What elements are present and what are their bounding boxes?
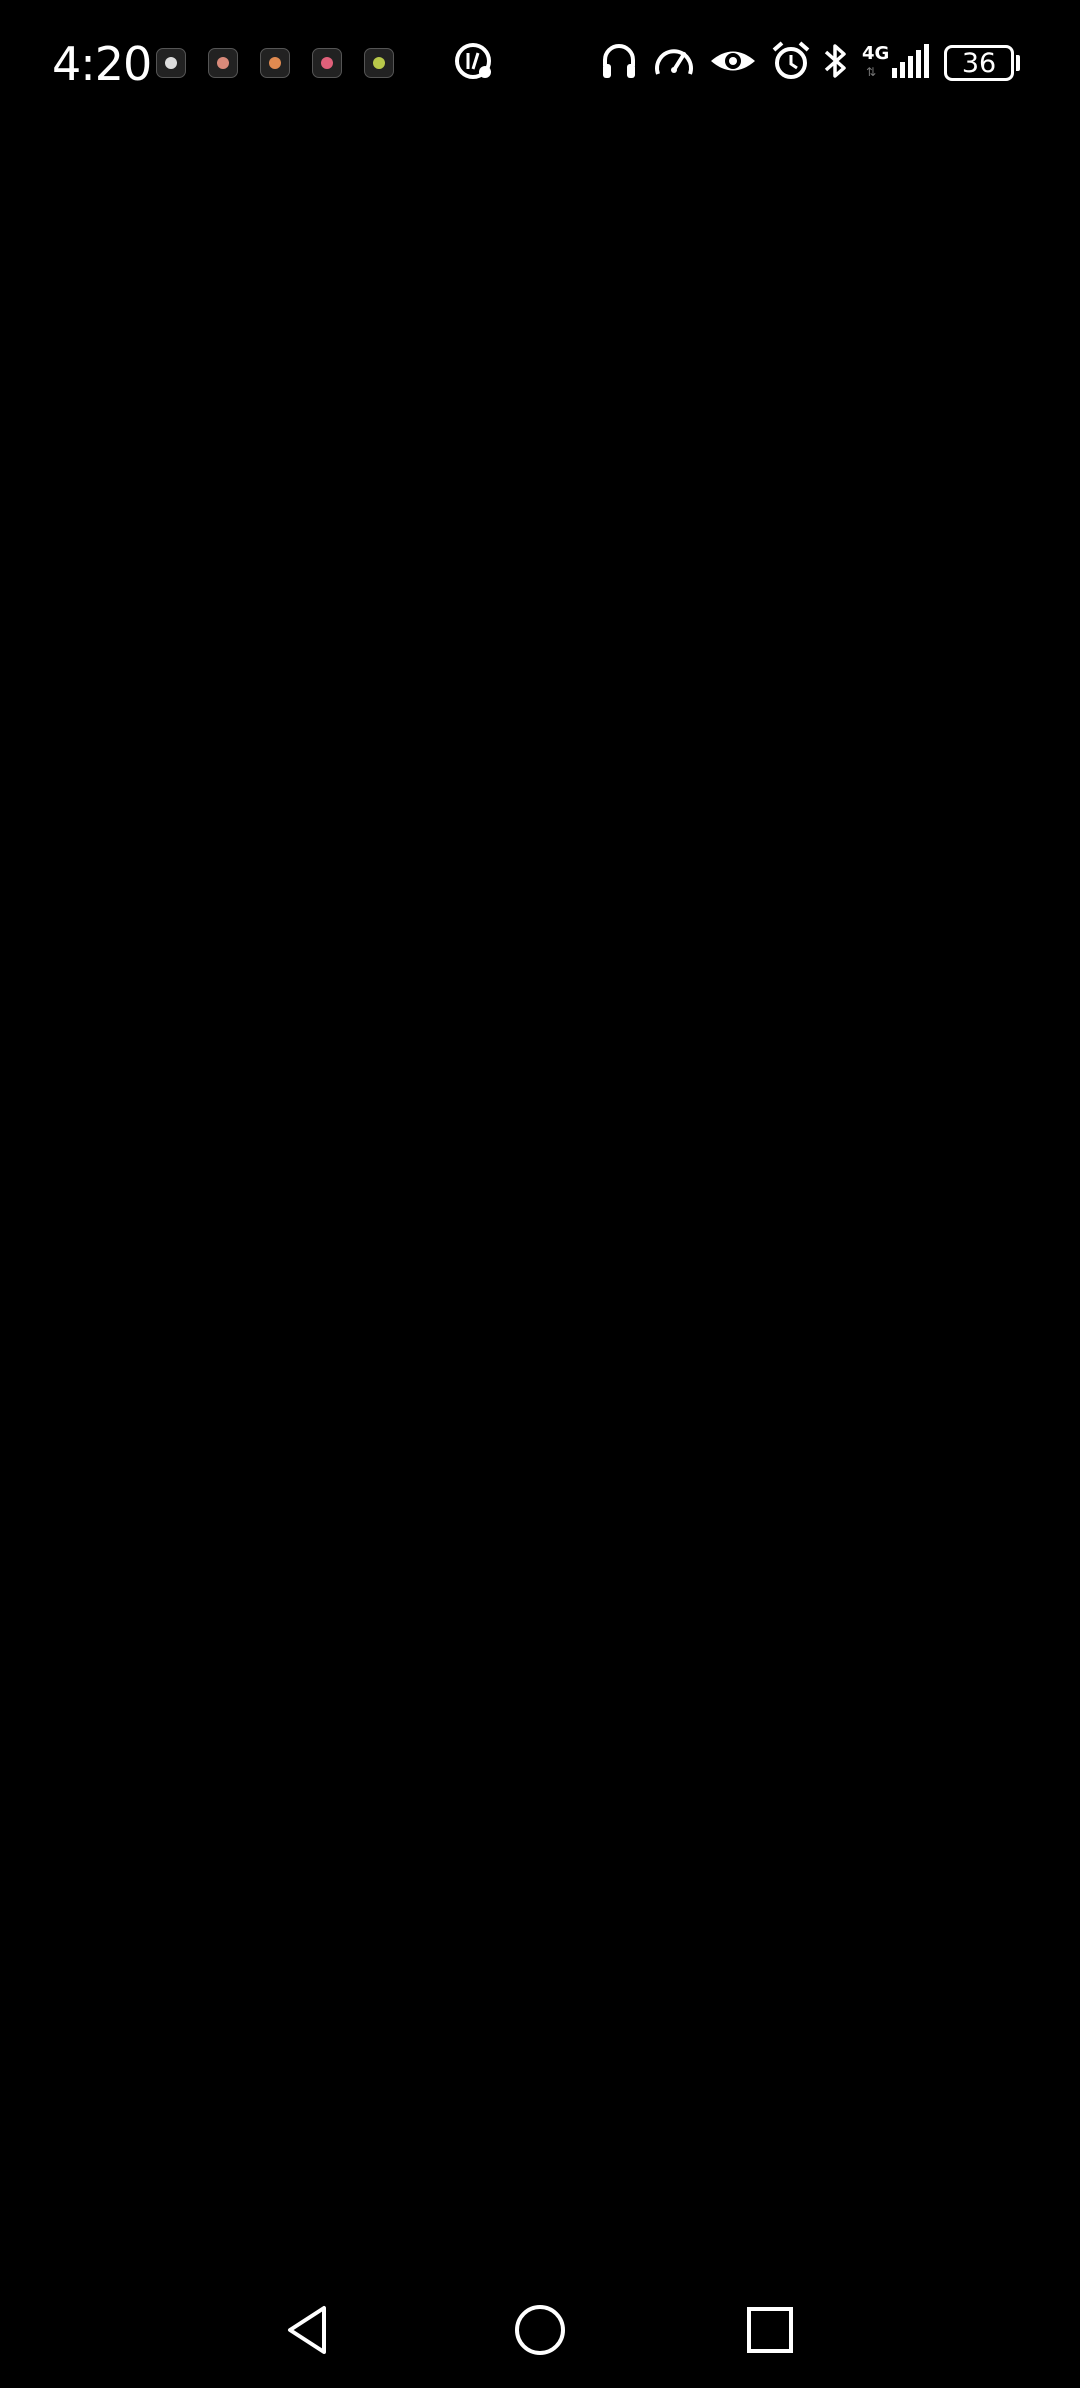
back-icon[interactable] bbox=[280, 2300, 340, 2360]
speedometer-icon bbox=[655, 49, 693, 75]
eye-icon bbox=[711, 51, 755, 71]
status-bar: 4:20 4G ⇅ 36 bbox=[0, 0, 1080, 130]
app-icon-3 bbox=[260, 48, 290, 78]
navigation-bar bbox=[0, 2260, 1080, 2388]
headphones-icon bbox=[603, 44, 635, 78]
blank-screen-content bbox=[0, 130, 1080, 2260]
signal-icon bbox=[892, 44, 929, 78]
recents-icon[interactable] bbox=[740, 2300, 800, 2360]
app-icon-5 bbox=[364, 48, 394, 78]
alarm-icon bbox=[772, 41, 810, 79]
app-icon-4 bbox=[312, 48, 342, 78]
battery-tip bbox=[1016, 55, 1020, 71]
status-time: 4:20 bbox=[52, 37, 152, 91]
app-icon-1 bbox=[156, 48, 186, 78]
data-saver-icon bbox=[455, 43, 491, 79]
app-icon-2 bbox=[208, 48, 238, 78]
battery-icon: 36 bbox=[944, 45, 1014, 81]
bluetooth-icon bbox=[824, 44, 846, 78]
home-icon[interactable] bbox=[510, 2300, 570, 2360]
battery-level: 36 bbox=[961, 47, 997, 79]
network-type-label: 4G bbox=[862, 43, 890, 64]
data-arrows-icon: ⇅ bbox=[866, 65, 877, 79]
